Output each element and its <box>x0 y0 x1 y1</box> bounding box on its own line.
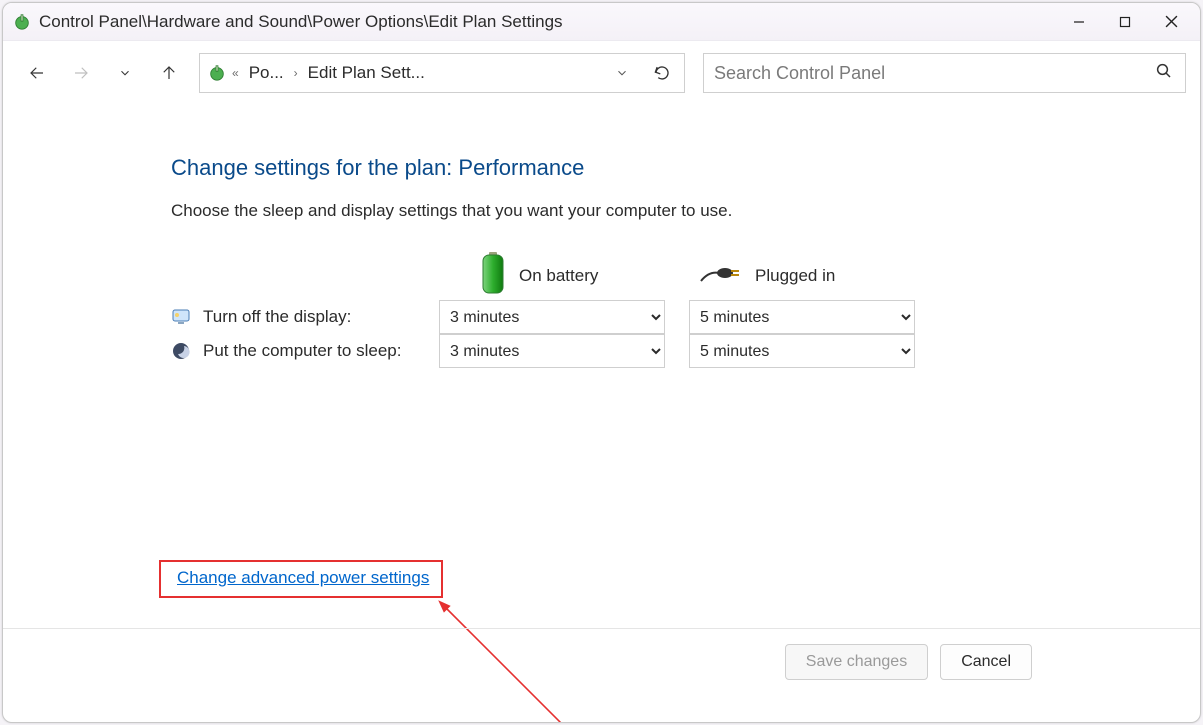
sleep-icon <box>171 341 191 361</box>
back-button[interactable] <box>17 53 57 93</box>
annotation-highlight-box: Change advanced power settings <box>159 560 443 598</box>
address-bar[interactable]: « Po... › Edit Plan Sett... <box>199 53 685 93</box>
sleep-plugged-select[interactable]: 1 minute2 minutes3 minutes5 minutes10 mi… <box>689 334 915 368</box>
power-options-icon <box>13 13 31 31</box>
nav-row: « Po... › Edit Plan Sett... <box>3 41 1200 105</box>
chevron-right-icon[interactable]: › <box>290 54 302 92</box>
page-subtext: Choose the sleep and display settings th… <box>171 201 1160 221</box>
battery-icon <box>479 251 507 300</box>
breadcrumb-seg-1[interactable]: Po... <box>243 54 290 92</box>
recent-locations-button[interactable] <box>105 53 145 93</box>
settings-table: On battery Plugged in <box>171 251 939 368</box>
maximize-button[interactable] <box>1102 7 1148 37</box>
window-title: Control Panel\Hardware and Sound\Power O… <box>39 12 563 32</box>
breadcrumb-overflow-icon[interactable]: « <box>228 54 243 92</box>
plug-icon <box>699 261 743 290</box>
display-icon <box>171 307 191 327</box>
content-area: Change settings for the plan: Performanc… <box>3 105 1200 722</box>
row-display-label: Turn off the display: <box>203 307 351 327</box>
search-box[interactable] <box>703 53 1186 93</box>
address-dropdown-button[interactable] <box>604 66 640 80</box>
breadcrumb-seg-2[interactable]: Edit Plan Sett... <box>302 54 431 92</box>
display-plugged-select[interactable]: 1 minute2 minutes3 minutes5 minutes10 mi… <box>689 300 915 334</box>
address-icon <box>200 54 228 92</box>
row-sleep-label: Put the computer to sleep: <box>203 341 401 361</box>
titlebar: Control Panel\Hardware and Sound\Power O… <box>3 3 1200 41</box>
close-button[interactable] <box>1148 7 1194 37</box>
forward-button[interactable] <box>61 53 101 93</box>
sleep-battery-select[interactable]: 1 minute2 minutes3 minutes5 minutes10 mi… <box>439 334 665 368</box>
window: Control Panel\Hardware and Sound\Power O… <box>2 2 1201 723</box>
cancel-button[interactable]: Cancel <box>940 644 1032 680</box>
up-button[interactable] <box>149 53 189 93</box>
column-plugged-label: Plugged in <box>755 266 835 286</box>
refresh-button[interactable] <box>640 64 684 82</box>
display-battery-select[interactable]: 1 minute2 minutes3 minutes5 minutes10 mi… <box>439 300 665 334</box>
search-input[interactable] <box>714 63 1155 84</box>
footer-bar: Save changes Cancel <box>3 628 1200 694</box>
advanced-power-settings-link[interactable]: Change advanced power settings <box>177 568 429 587</box>
column-battery-label: On battery <box>519 266 598 286</box>
search-icon[interactable] <box>1155 62 1175 85</box>
minimize-button[interactable] <box>1056 7 1102 37</box>
page-heading: Change settings for the plan: Performanc… <box>171 155 1160 181</box>
save-changes-button[interactable]: Save changes <box>785 644 928 680</box>
